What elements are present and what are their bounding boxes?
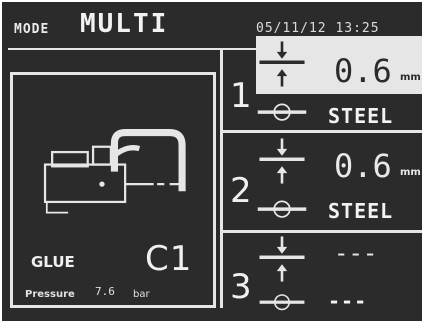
glue-label: GLUE [31,253,75,271]
layer-thickness: 0.6 [334,147,392,185]
layer-number: 3 [230,267,252,307]
gun-code: C1 [145,239,193,279]
gun-panel: GLUE C1 Pressure 7.6 bar [10,72,216,308]
sheet-material-icon [257,200,307,218]
layer-row-3[interactable]: 3 --- --- [220,233,422,313]
sheet-thickness-arrows-icon [259,236,305,282]
layer-thickness-unit: mm [400,72,421,83]
layer-material: STEEL [328,104,394,128]
layer-material: --- [328,289,368,313]
layer-material: STEEL [328,199,394,223]
date-time: 05/11/12 13:25 [256,21,380,36]
layer-thickness: --- [334,239,378,267]
lcd-screen: MODE MULTI 05/11/12 13:25 GLUE C1 Pressu… [2,2,422,321]
header-divider [8,48,256,50]
layer-row-2[interactable]: 2 0.6 mm STEEL [220,133,422,230]
pressure-label: Pressure [25,289,75,300]
sheet-material-icon [259,294,305,311]
layer-row-1[interactable]: 1 0.6 mm STEEL [220,36,422,130]
mode-label: MODE [14,22,50,37]
layer-number: 1 [230,76,252,116]
layer-thickness-unit: mm [400,167,421,178]
sheet-thickness-arrows-icon [259,41,305,87]
pressure-value: 7.6 [95,285,115,298]
layer-thickness: 0.6 [334,52,392,90]
sheet-thickness-arrows-icon [259,138,305,184]
spot-welding-gun-icon [43,128,186,214]
layer-number: 2 [230,171,252,211]
mode-value: MULTI [80,9,169,39]
sheet-material-icon [257,103,307,121]
pressure-unit: bar [133,289,150,300]
